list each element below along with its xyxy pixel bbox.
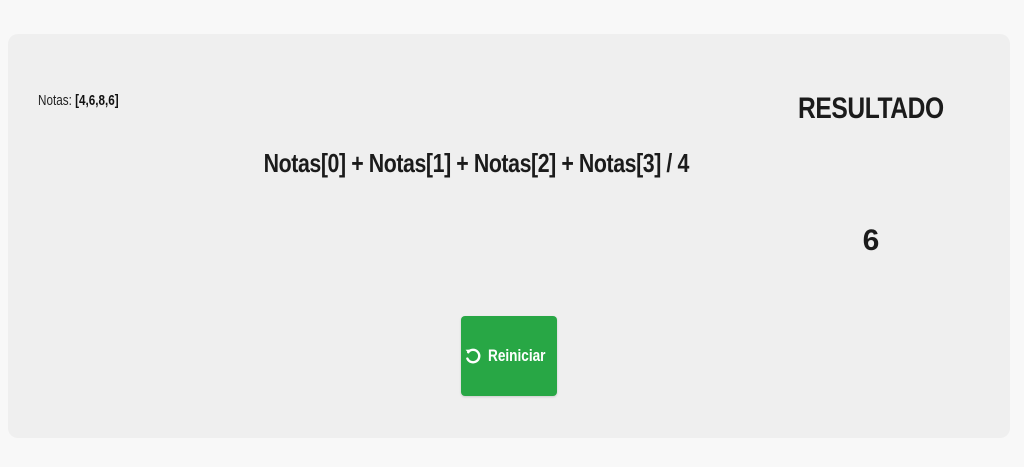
reset-button-label: Reiniciar xyxy=(488,346,546,365)
calculator-card: Notas: [4,6,8,6] Notas[0] + Notas[1] + N… xyxy=(8,34,1010,438)
formula-expression: Notas[0] + Notas[1] + Notas[2] + Notas[3… xyxy=(263,148,689,178)
formula-text: Notas[0] + Notas[1] + Notas[2] + Notas[3… xyxy=(8,148,944,179)
notas-display: Notas: [4,6,8,6] xyxy=(38,92,119,109)
notas-label: Notas: xyxy=(38,92,72,109)
redo-icon xyxy=(464,347,482,365)
notas-array: [4,6,8,6] xyxy=(75,92,119,109)
result-title: RESULTADO xyxy=(798,92,944,125)
result-heading: RESULTADO xyxy=(768,92,974,126)
result-value: 6 xyxy=(862,224,880,257)
reset-button[interactable]: Reiniciar xyxy=(461,316,557,396)
